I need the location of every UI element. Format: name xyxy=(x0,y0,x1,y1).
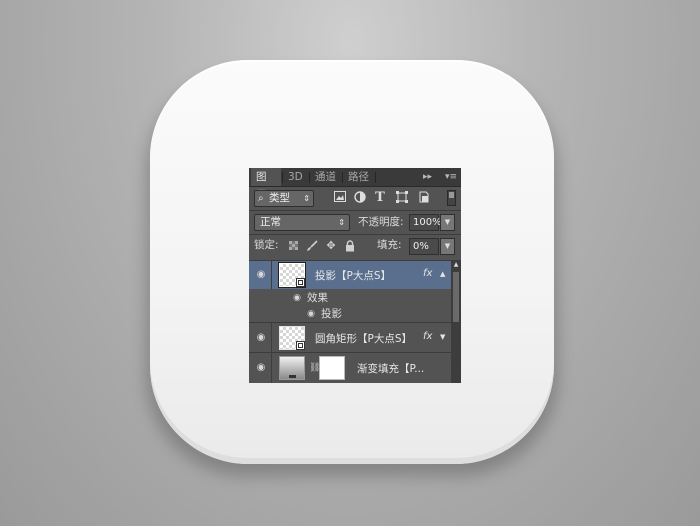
row-divider xyxy=(271,353,272,383)
effects-row[interactable]: ◉ 效果 xyxy=(249,290,451,306)
blend-mode-select[interactable]: 正常 ⇕ xyxy=(254,214,350,231)
layer-row-gradient-fill[interactable]: ◉ ⛓ 渐变填充【P... xyxy=(249,353,451,383)
filter-kind-label: 类型 xyxy=(269,192,290,204)
eye-visibility-icon[interactable]: ◉ xyxy=(291,293,303,303)
filter-kind-select[interactable]: ⌕ 类型 ⇕ xyxy=(254,190,314,207)
row-divider xyxy=(271,323,272,352)
row-divider xyxy=(271,261,272,289)
opacity-label: 不透明度: xyxy=(358,216,404,228)
opacity-dropdown-button[interactable]: ▼ xyxy=(440,214,455,231)
panel-menu-icon[interactable]: ▾≡ xyxy=(445,168,457,186)
lock-all-icon[interactable] xyxy=(344,240,356,252)
effects-label: 效果 xyxy=(307,292,328,304)
scroll-up-arrow-icon[interactable]: ▲ xyxy=(451,260,461,270)
effect-item-drop-shadow[interactable]: ◉ 投影 xyxy=(249,306,451,322)
smart-object-badge-icon xyxy=(296,278,305,287)
shape-filter-icon[interactable] xyxy=(395,191,409,205)
lock-transparent-icon[interactable] xyxy=(289,241,298,250)
link-chain-icon[interactable]: ⛓ xyxy=(309,362,320,374)
layer-row-drop-shadow[interactable]: ◉ 投影【P大点S】 fx ▲ xyxy=(249,261,451,289)
chevron-updown-icon: ⇕ xyxy=(303,194,310,203)
type-filter-icon[interactable]: T xyxy=(373,191,387,205)
fill-label: 填充: xyxy=(377,239,402,251)
search-icon: ⌕ xyxy=(258,193,264,204)
expand-effects-chevron-icon[interactable]: ▲ xyxy=(440,270,445,278)
blend-mode-value: 正常 xyxy=(260,216,281,228)
opacity-input[interactable]: 100% xyxy=(409,214,442,231)
image-filter-icon[interactable] xyxy=(333,191,347,205)
layers-scrollbar[interactable]: ▲ xyxy=(451,260,461,383)
chevron-updown-icon: ⇕ xyxy=(338,218,345,227)
filter-toggle-switch[interactable] xyxy=(447,190,456,206)
layer-name: 投影【P大点S】 xyxy=(315,270,391,282)
eye-visibility-icon[interactable]: ◉ xyxy=(305,309,317,319)
layer-row-rounded-rectangle[interactable]: ◉ 圆角矩形【P大点S】 fx ▼ xyxy=(249,323,451,352)
scrollbar-thumb[interactable] xyxy=(453,272,459,322)
panel-menu-controls: ▸▸ ▾≡ xyxy=(423,168,461,186)
layer-thumbnail xyxy=(279,326,305,350)
fill-dropdown-button[interactable]: ▼ xyxy=(440,238,455,255)
smart-object-badge-icon xyxy=(296,341,305,350)
lock-position-move-icon[interactable]: ✥ xyxy=(325,240,337,252)
layer-thumbnail xyxy=(279,263,305,287)
divider xyxy=(249,210,461,211)
adjustment-filter-icon[interactable] xyxy=(353,191,367,205)
eye-visibility-icon[interactable]: ◉ xyxy=(254,333,268,343)
collapse-panel-icon[interactable]: ▸▸ xyxy=(423,168,432,186)
layer-name: 渐变填充【P... xyxy=(357,363,425,375)
layer-mask-thumbnail xyxy=(319,356,345,380)
eye-visibility-icon[interactable]: ◉ xyxy=(254,363,268,373)
tab-separator xyxy=(375,172,376,183)
layers-panel: 图层 3D 通道 路径 ▸▸ ▾≡ ⌕ 类型 ⇕ T 正常 ⇕ 不透明度: 10… xyxy=(249,168,461,383)
fx-icon[interactable]: fx xyxy=(423,268,432,279)
lock-label: 锁定: xyxy=(254,239,279,251)
gradient-fill-thumbnail xyxy=(279,356,305,380)
panel-tab-bar: 图层 3D 通道 路径 ▸▸ ▾≡ xyxy=(249,168,461,201)
tab-paths[interactable]: 路径 xyxy=(343,168,375,186)
lock-pixels-brush-icon[interactable] xyxy=(306,240,318,252)
effect-name: 投影 xyxy=(321,308,342,320)
divider xyxy=(249,234,461,235)
tab-channels[interactable]: 通道 xyxy=(310,168,342,186)
expand-effects-chevron-icon[interactable]: ▼ xyxy=(440,333,445,341)
eye-visibility-icon[interactable]: ◉ xyxy=(254,270,268,280)
layer-name: 圆角矩形【P大点S】 xyxy=(315,333,412,345)
fx-icon[interactable]: fx xyxy=(423,331,432,342)
tab-layers[interactable]: 图层 xyxy=(251,168,281,201)
tab-3d[interactable]: 3D xyxy=(283,168,309,186)
fill-input[interactable]: 0% xyxy=(409,238,439,255)
smart-object-filter-icon[interactable] xyxy=(417,191,431,205)
